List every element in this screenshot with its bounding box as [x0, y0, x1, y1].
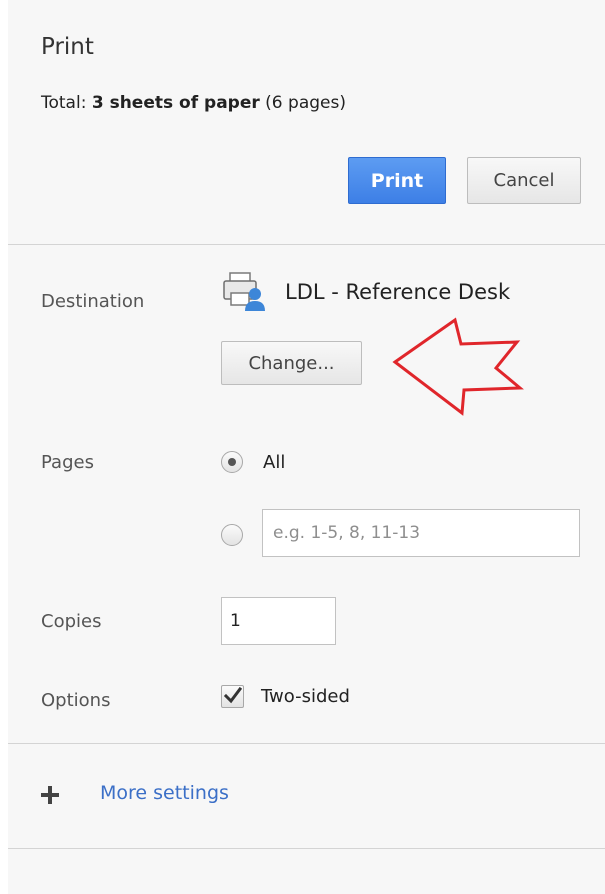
- pages-all-label: All: [263, 452, 286, 473]
- cancel-button[interactable]: Cancel: [467, 157, 581, 204]
- two-sided-checkbox[interactable]: [221, 685, 244, 708]
- pages-range-input[interactable]: [262, 509, 580, 557]
- two-sided-label: Two-sided: [261, 686, 350, 707]
- red-arrow-annotation: [392, 317, 524, 416]
- more-settings-link[interactable]: More settings: [100, 782, 229, 804]
- destination-label: Destination: [41, 291, 145, 312]
- page-title: Print: [41, 34, 94, 60]
- summary-sheets: 3 sheets of paper: [91, 93, 260, 113]
- pages-all-radio[interactable]: [221, 451, 243, 473]
- summary-prefix: Total:: [41, 93, 92, 113]
- print-button[interactable]: Print: [348, 157, 446, 204]
- plus-icon[interactable]: [40, 785, 60, 805]
- change-destination-button[interactable]: Change...: [221, 341, 362, 385]
- print-settings-panel: Print Total: 3 sheets of paper (6 pages)…: [8, 0, 605, 894]
- bottom-divider: [8, 848, 605, 849]
- printer-user-icon: [223, 272, 265, 311]
- pages-label: Pages: [41, 452, 94, 473]
- copies-input[interactable]: [221, 597, 336, 645]
- section-divider: [8, 743, 605, 744]
- print-header: Print Total: 3 sheets of paper (6 pages)…: [8, 0, 605, 245]
- copies-label: Copies: [41, 611, 102, 632]
- destination-name: LDL - Reference Desk: [285, 280, 511, 304]
- pages-custom-radio[interactable]: [221, 524, 243, 546]
- summary-pages: (6 pages): [259, 93, 346, 113]
- checkmark-icon: [224, 687, 242, 704]
- options-label: Options: [41, 690, 111, 711]
- print-summary: Total: 3 sheets of paper (6 pages): [41, 93, 346, 113]
